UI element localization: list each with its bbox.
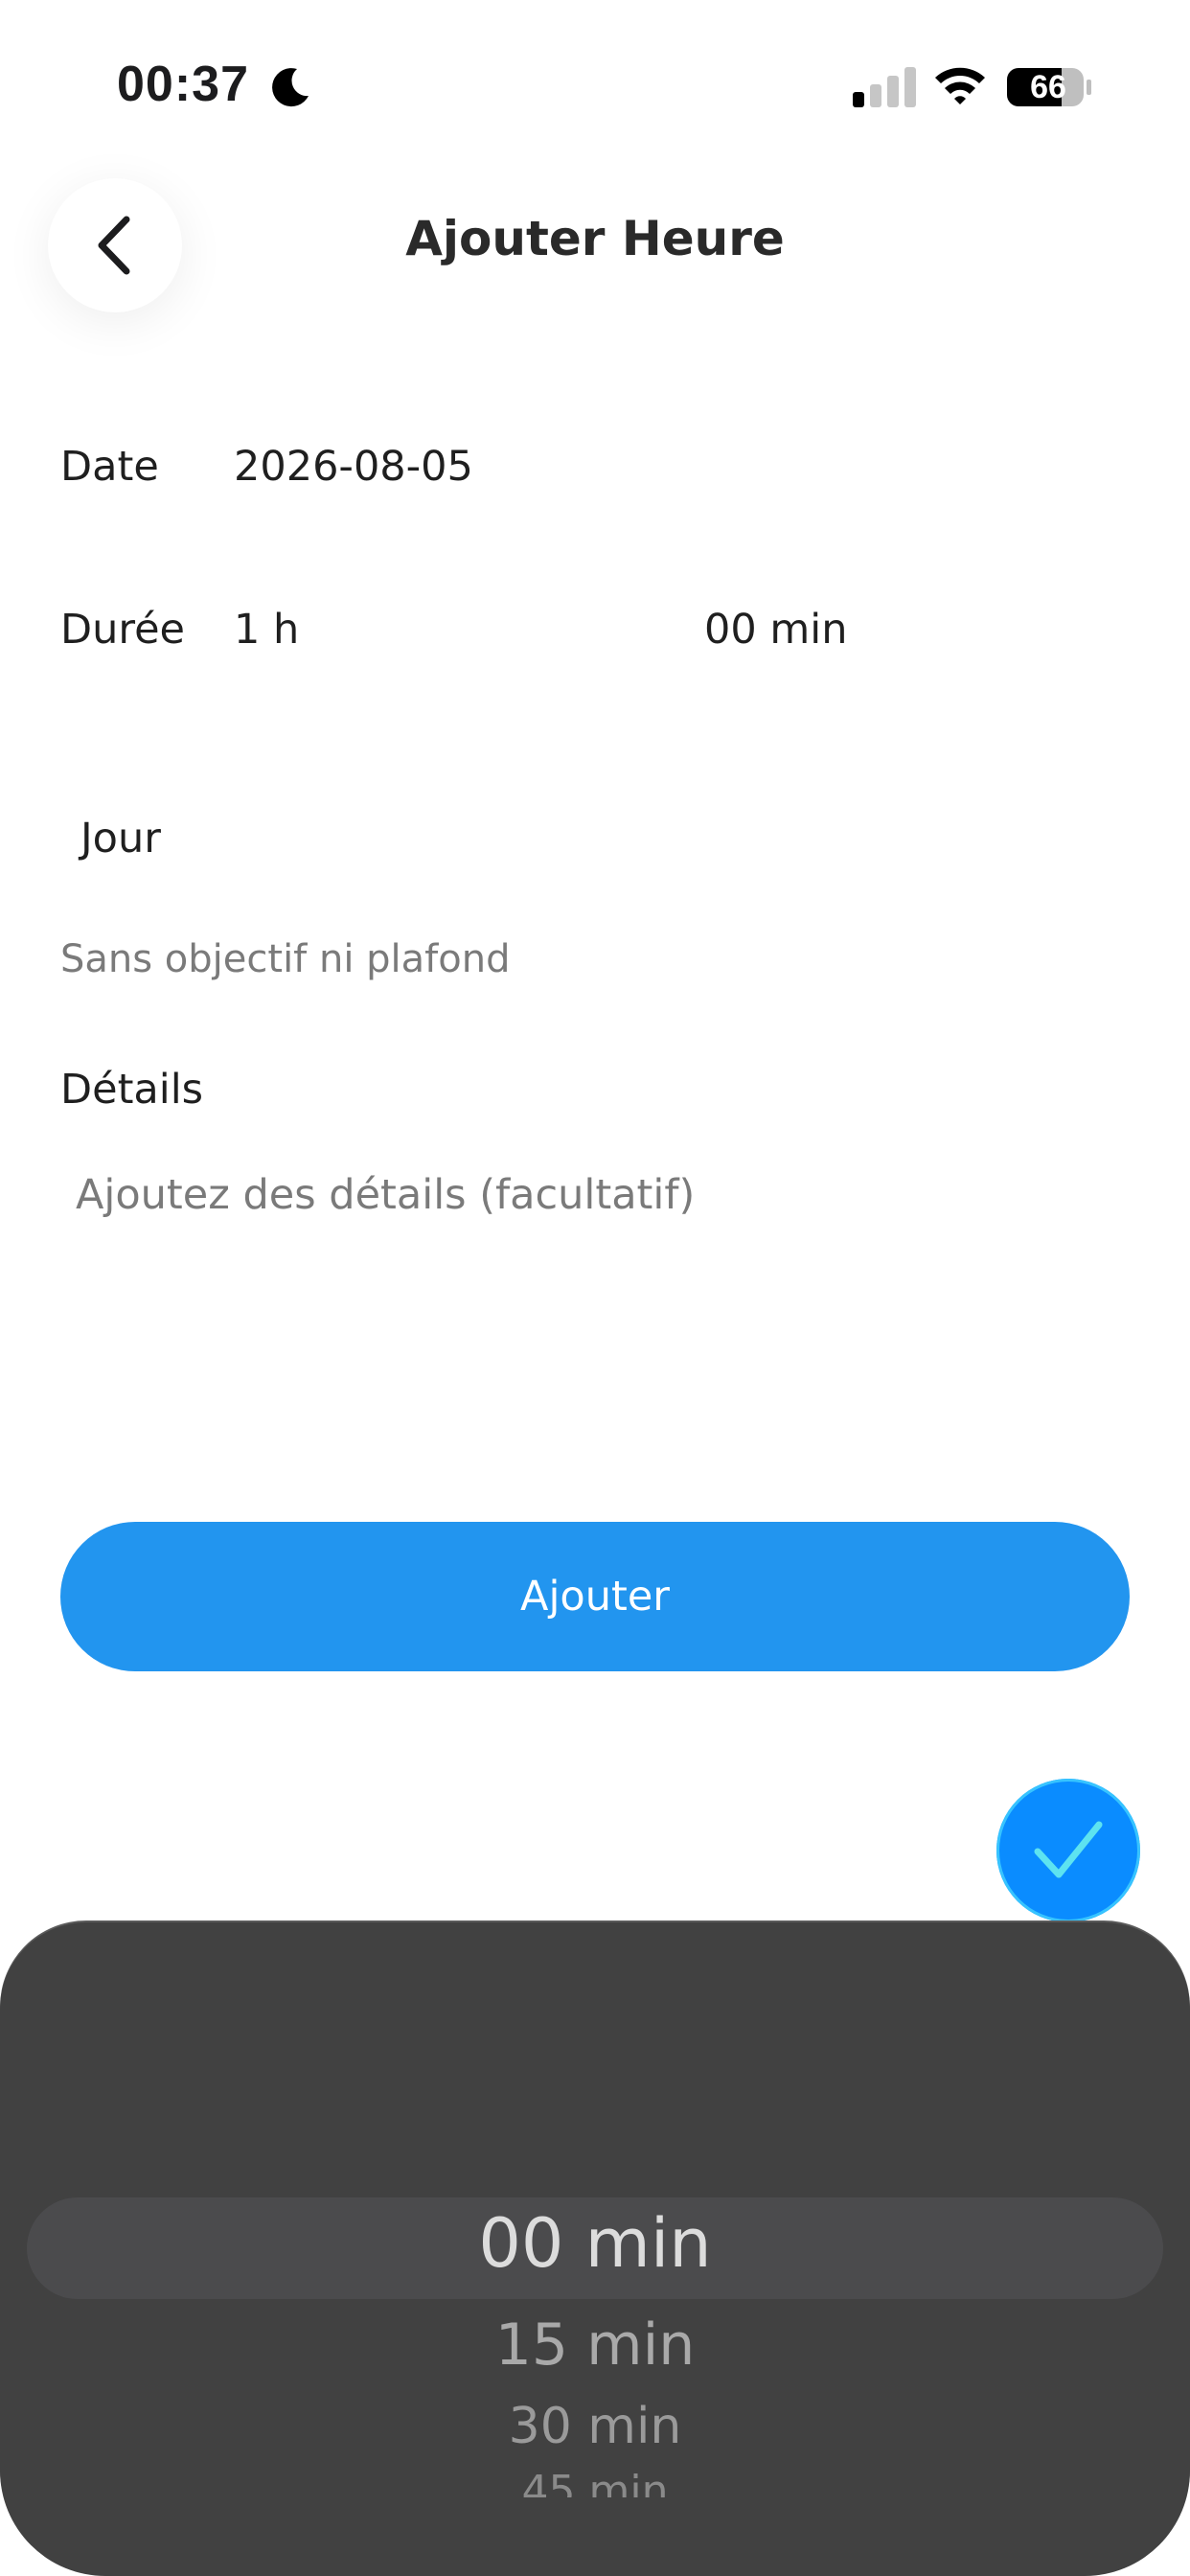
duration-minutes-field[interactable]: 00 min (704, 606, 847, 654)
wifi-icon (935, 67, 985, 104)
duration-hours-field[interactable]: 1 h (234, 606, 299, 654)
picker-option[interactable]: 30 min (0, 2398, 1190, 2455)
period-note: Sans objectif ni plafond (60, 937, 511, 981)
confirm-button[interactable] (996, 1779, 1140, 1922)
date-label: Date (60, 443, 159, 491)
details-label: Détails (60, 1066, 204, 1114)
duration-label: Durée (60, 606, 186, 654)
details-input[interactable]: Ajoutez des détails (facultatif) (76, 1171, 1130, 1344)
cellular-signal-icon (853, 67, 916, 107)
period-label[interactable]: Jour (80, 815, 161, 862)
picker-option[interactable]: 45 min (0, 2467, 1190, 2497)
status-time: 00:37 (117, 57, 249, 112)
moon-icon (272, 68, 309, 107)
picker-option[interactable]: 15 min (0, 2312, 1190, 2379)
add-button-label: Ajouter (520, 1573, 670, 1621)
battery-level: 66 (1030, 69, 1066, 105)
minutes-picker[interactable]: 00 min 15 min 30 min 45 min (0, 1922, 1190, 2576)
page-title: Ajouter Heure (405, 211, 785, 266)
picker-option-selected[interactable]: 00 min (0, 2204, 1190, 2283)
checkmark-icon (1034, 1821, 1103, 1878)
date-value[interactable]: 2026-08-05 (234, 443, 473, 491)
add-button[interactable]: Ajouter (60, 1522, 1130, 1671)
